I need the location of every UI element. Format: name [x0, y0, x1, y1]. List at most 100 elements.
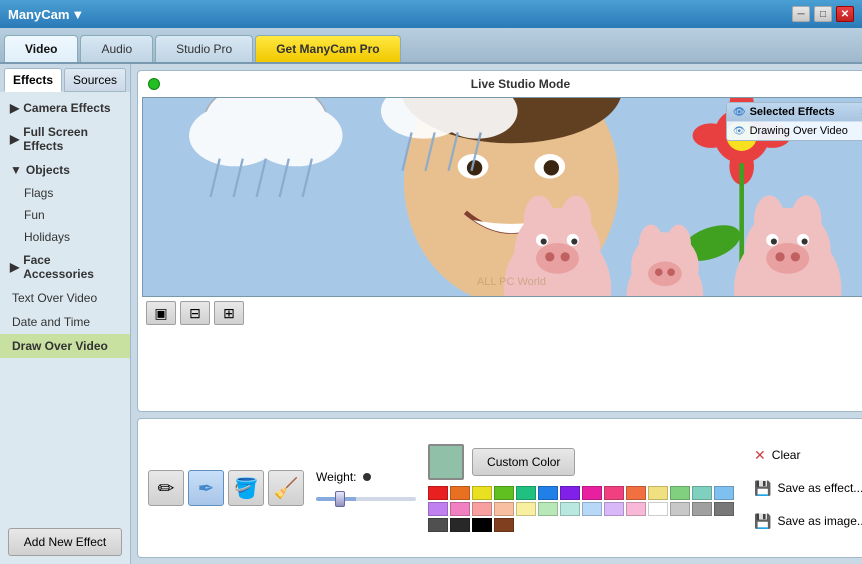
sidebar-item-full-screen-effects[interactable]: ▶ Full Screen Effects	[0, 120, 130, 158]
titlebar-arrow[interactable]: ▼	[71, 7, 84, 22]
clear-button[interactable]: ✕ Clear	[746, 443, 862, 468]
color-swatch[interactable]	[670, 502, 690, 516]
color-swatch[interactable]	[538, 486, 558, 500]
color-swatch[interactable]	[428, 518, 448, 532]
sidebar-list: ▶ Camera Effects ▶ Full Screen Effects ▼…	[0, 92, 130, 520]
sidebar: Effects Sources ▶ Camera Effects ▶ Full …	[0, 64, 131, 564]
view-split-button[interactable]: ⊟	[180, 301, 210, 325]
color-swatch[interactable]	[648, 486, 668, 500]
color-swatch[interactable]	[516, 486, 536, 500]
color-swatch[interactable]	[516, 502, 536, 516]
maximize-button[interactable]: □	[814, 6, 832, 22]
right-actions: ✕ Clear 💾 Save as effect... 💾 Save as im…	[746, 443, 862, 534]
effect-row-icon: 👁	[733, 126, 746, 137]
save-as-effect-button[interactable]: 💾 Save as effect...	[746, 476, 862, 501]
draw-area: ✏ ✒ 🪣 🧹 Weight: Custom Color	[137, 418, 862, 558]
clear-icon: ✕	[754, 447, 766, 464]
sidebar-item-face-accessories[interactable]: ▶ Face Accessories	[0, 248, 130, 286]
color-swatch[interactable]	[428, 502, 448, 516]
color-swatch[interactable]	[428, 486, 448, 500]
video-header: Live Studio Mode	[142, 75, 862, 93]
color-swatch[interactable]	[714, 502, 734, 516]
color-preview[interactable]	[428, 444, 464, 480]
tab-studio-pro[interactable]: Studio Pro	[155, 35, 253, 62]
expand-icon: ▶	[10, 101, 19, 115]
tab-sources[interactable]: Sources	[64, 68, 126, 92]
pen-tool-button[interactable]: ✒	[188, 470, 224, 506]
fill-tool-button[interactable]: 🪣	[228, 470, 264, 506]
add-new-effect-button[interactable]: Add New Effect	[8, 528, 122, 556]
sidebar-subitem-fun[interactable]: Fun	[0, 204, 130, 226]
color-swatch[interactable]	[538, 502, 558, 516]
eraser-tool-button[interactable]: 🧹	[268, 470, 304, 506]
color-area: Custom Color	[428, 444, 734, 532]
color-swatch[interactable]	[648, 502, 668, 516]
video-controls: ▣ ⊟ ⊞	[142, 297, 862, 329]
sidebar-item-camera-effects[interactable]: ▶ Camera Effects	[0, 96, 130, 120]
color-swatch[interactable]	[472, 518, 492, 532]
color-top: Custom Color	[428, 444, 734, 480]
close-button[interactable]: ✕	[836, 6, 854, 22]
color-swatch[interactable]	[450, 502, 470, 516]
color-swatch[interactable]	[560, 486, 580, 500]
sidebar-item-date-and-time[interactable]: Date and Time	[0, 310, 130, 334]
tab-video[interactable]: Video	[4, 35, 78, 62]
effect-name: Drawing Over Video	[750, 125, 848, 137]
weight-slider[interactable]	[316, 492, 416, 506]
color-swatch[interactable]	[692, 502, 712, 516]
color-swatch[interactable]	[472, 486, 492, 500]
save-effect-label: Save as effect...	[777, 481, 862, 495]
main-content: Effects Sources ▶ Camera Effects ▶ Full …	[0, 64, 862, 564]
center-area: Live Studio Mode	[131, 64, 862, 564]
sidebar-item-objects[interactable]: ▼ Objects	[0, 158, 130, 182]
video-area: Live Studio Mode	[137, 70, 862, 412]
expand-icon: ▶	[10, 260, 19, 274]
color-swatch[interactable]	[626, 502, 646, 516]
live-mode-label: Live Studio Mode	[166, 77, 862, 91]
pencil-tool-button[interactable]: ✏	[148, 470, 184, 506]
custom-color-button[interactable]: Custom Color	[472, 448, 575, 476]
color-swatch[interactable]	[670, 486, 690, 500]
color-swatch[interactable]	[582, 502, 602, 516]
selected-effects-panel: 👁 Selected Effects ✕ 👁 Drawing Over Vide…	[726, 102, 862, 141]
titlebar-controls: ─ □ ✕	[792, 6, 854, 22]
color-palette	[428, 486, 734, 532]
drawing-tools: ✏ ✒ 🪣 🧹	[148, 470, 304, 506]
save-as-image-button[interactable]: 💾 Save as image...	[746, 509, 862, 534]
sidebar-subitem-holidays[interactable]: Holidays	[0, 226, 130, 248]
color-swatch[interactable]	[450, 486, 470, 500]
app-title: ManyCam	[8, 7, 69, 22]
save-image-icon: 💾	[754, 513, 771, 530]
color-swatch[interactable]	[714, 486, 734, 500]
selected-effects-label: Selected Effects	[750, 106, 835, 118]
main-tabbar: Video Audio Studio Pro Get ManyCam Pro	[0, 28, 862, 64]
clear-label: Clear	[772, 448, 801, 462]
color-swatch[interactable]	[560, 502, 580, 516]
sidebar-item-text-over-video[interactable]: Text Over Video	[0, 286, 130, 310]
color-swatch[interactable]	[472, 502, 492, 516]
tab-effects[interactable]: Effects	[4, 68, 62, 92]
color-swatch[interactable]	[626, 486, 646, 500]
color-swatch[interactable]	[450, 518, 470, 532]
sidebar-item-draw-over-video[interactable]: Draw Over Video	[0, 334, 130, 358]
color-swatch[interactable]	[692, 486, 712, 500]
video-canvas: 👁 Selected Effects ✕ 👁 Drawing Over Vide…	[142, 97, 862, 297]
color-swatch[interactable]	[604, 502, 624, 516]
tab-get-manycam-pro[interactable]: Get ManyCam Pro	[255, 35, 400, 62]
tab-audio[interactable]: Audio	[80, 35, 153, 62]
selected-effects-header: 👁 Selected Effects ✕	[727, 103, 862, 121]
sidebar-subitem-flags[interactable]: Flags	[0, 182, 130, 204]
view-single-button[interactable]: ▣	[146, 301, 176, 325]
color-swatch[interactable]	[494, 486, 514, 500]
color-swatch[interactable]	[604, 486, 624, 500]
color-swatch[interactable]	[494, 518, 514, 532]
expand-icon: ▼	[10, 163, 22, 177]
expand-icon: ▶	[10, 132, 19, 146]
color-swatch[interactable]	[582, 486, 602, 500]
live-indicator	[148, 78, 160, 90]
weight-label: Weight:	[316, 470, 356, 484]
view-grid-button[interactable]: ⊞	[214, 301, 244, 325]
minimize-button[interactable]: ─	[792, 6, 810, 22]
save-image-label: Save as image...	[777, 514, 862, 528]
color-swatch[interactable]	[494, 502, 514, 516]
